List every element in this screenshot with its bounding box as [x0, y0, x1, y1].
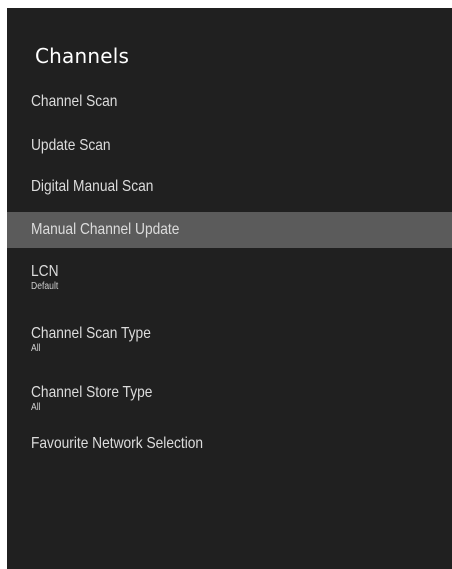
menu-item-value: All — [31, 401, 41, 413]
menu-item-digital-manual-scan[interactable]: Digital Manual Scan — [7, 169, 452, 205]
menu-item-label: Digital Manual Scan — [31, 178, 154, 195]
channels-menu-panel: Channels Channel Scan Update Scan Digita… — [7, 8, 452, 569]
menu-item-label: Channel Store Type — [31, 383, 153, 401]
menu-item-lcn[interactable]: LCN Default — [7, 254, 452, 300]
menu-item-value: Default — [31, 280, 59, 292]
menu-item-label: Manual Channel Update — [31, 221, 180, 238]
menu-item-label: Favourite Network Selection — [31, 435, 204, 452]
menu-item-label: LCN — [31, 262, 59, 280]
menu-item-manual-channel-update[interactable]: Manual Channel Update — [7, 212, 452, 248]
menu-item-favourite-network-selection[interactable]: Favourite Network Selection — [7, 426, 452, 462]
menu-title: Channels — [35, 44, 130, 68]
menu-item-label: Channel Scan Type — [31, 324, 151, 342]
menu-item-update-scan[interactable]: Update Scan — [7, 128, 452, 164]
menu-item-channel-scan-type[interactable]: Channel Scan Type All — [7, 316, 452, 362]
menu-item-label: Channel Scan — [31, 93, 118, 110]
menu-item-channel-store-type[interactable]: Channel Store Type All — [7, 375, 452, 421]
menu-item-channel-scan[interactable]: Channel Scan — [7, 84, 452, 120]
menu-item-value: All — [31, 342, 41, 354]
menu-item-label: Update Scan — [31, 137, 111, 154]
